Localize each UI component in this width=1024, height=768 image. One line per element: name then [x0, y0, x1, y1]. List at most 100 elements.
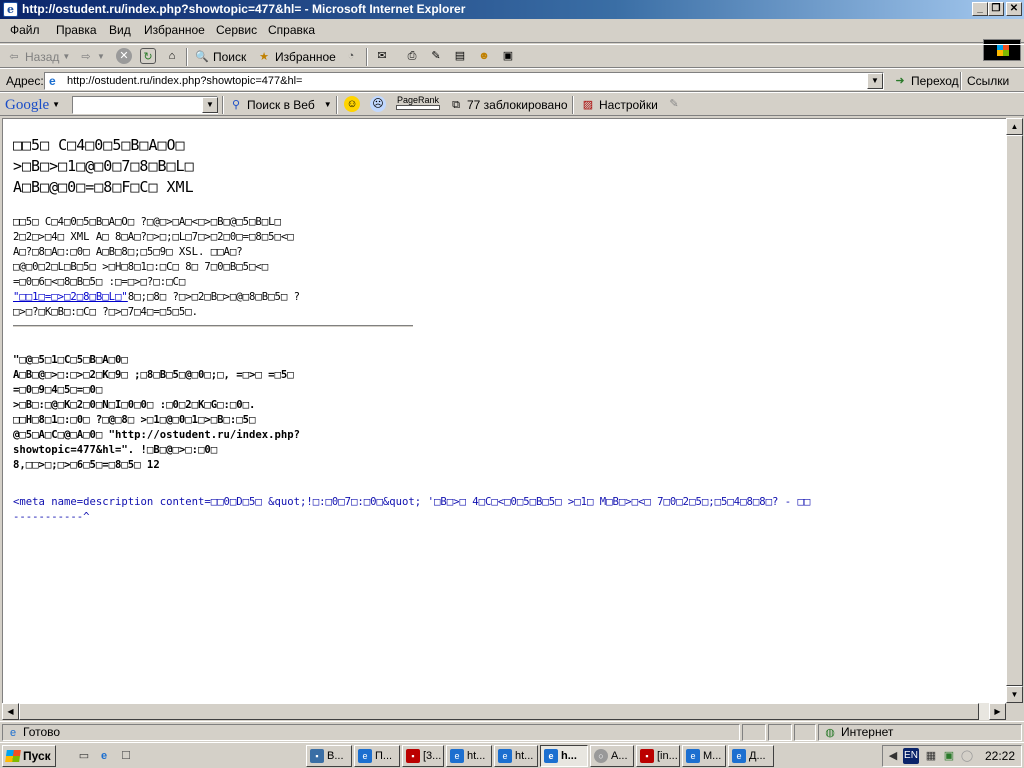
taskbar-button[interactable]: ▪ В... [306, 745, 352, 767]
security-zone-panel: ◍ Интернет [818, 724, 1022, 741]
taskbar: Пуск ▭ e ☐ ▪ В... e П... ▪ [3... e ht... e ht… [0, 742, 1024, 768]
research-icon[interactable]: ▣ [500, 48, 516, 64]
status-bar: e Готово ◍ Интернет [0, 721, 1024, 742]
edit-icon[interactable]: ✎ [428, 48, 444, 64]
error-title-line-1: □□5□ C□4□0□5□B□A□O□ [13, 136, 185, 154]
error-detail-line: @□5□A□C□@□A□0□ "http://ostudent.ru/index… [13, 429, 301, 441]
toolbar-separator [366, 48, 368, 66]
popup-blocker-button[interactable]: ⧉ 77 заблокировано [448, 96, 567, 114]
title-bar: e http://ostudent.ru/index.php?showtopic… [0, 0, 1024, 19]
menu-tools[interactable]: Сервис [216, 23, 257, 37]
start-button[interactable]: Пуск [2, 745, 56, 767]
vertical-scrollbar[interactable]: ▲ ▼ [1006, 118, 1023, 703]
go-arrow-icon: ➜ [895, 75, 905, 87]
page-icon: e [49, 74, 56, 88]
address-input[interactable]: e http://ostudent.ru/index.php?showtopic… [44, 72, 884, 90]
taskbar-button[interactable]: e П... [354, 745, 400, 767]
page-content: □□5□ C□4□0□5□B□A□O□ >□B□>□1□@□0□7□8□B□L□… [2, 118, 1006, 703]
favorites-button[interactable]: ★ Избранное [256, 48, 336, 66]
chevron-down-icon: ▼ [52, 100, 61, 109]
error-text-line: □@□0□2□L□B□5□ >□H□8□1□:□C□ 8□ 7□0□B□5□<□ [13, 261, 269, 273]
refresh-link[interactable]: "□□1□=□>□2□8□B□L□" [13, 291, 128, 303]
smiley-sad-icon[interactable]: ☹ [370, 96, 386, 112]
messenger-icon[interactable]: ☻ [476, 48, 492, 64]
quicklaunch-icon[interactable]: ☐ [118, 748, 134, 764]
scroll-down-button[interactable]: ▼ [1006, 686, 1023, 703]
tray-app-icon[interactable]: ▣ [941, 748, 957, 764]
menu-file[interactable]: Файл [10, 23, 40, 37]
taskbar-button[interactable]: ▪ [in... [636, 745, 680, 767]
menu-edit[interactable]: Правка [56, 23, 97, 37]
favorites-star-icon: ★ [259, 51, 269, 63]
google-menu-button[interactable]: Google ▼ [5, 96, 60, 114]
taskbar-button[interactable]: ○ А... [590, 745, 634, 767]
history-icon[interactable]: ◔ [343, 48, 359, 64]
show-desktop-icon[interactable]: ▭ [76, 748, 92, 764]
browser-window: e http://ostudent.ru/index.php?showtopic… [0, 0, 1024, 742]
pagerank-bar [396, 105, 440, 110]
toolbar-separator [572, 96, 574, 114]
maximize-button[interactable]: ❐ [988, 2, 1004, 16]
toolbar-separator [960, 72, 962, 90]
address-label: Адрес: [6, 74, 44, 88]
standard-toolbar: ⇦ Назад ▼ ⇨ ▼ ✕ ↻ ⌂ 🔍 Поиск ★ Избранное ◔ ✉ … [0, 44, 1024, 68]
taskbar-button-active[interactable]: e h... [540, 745, 588, 767]
links-button[interactable]: Ссылки [967, 72, 1009, 90]
tray-app-icon[interactable]: ◯ [959, 748, 975, 764]
error-detail-line: "□@□5□1□C□5□B□A□0□ [13, 354, 128, 366]
ie-icon: e [732, 749, 746, 763]
scroll-right-button[interactable]: ▶ [989, 703, 1006, 720]
close-button[interactable]: ✕ [1006, 2, 1022, 16]
scroll-thumb[interactable] [1006, 135, 1023, 686]
page-icon: e [9, 726, 17, 739]
ie-icon: e [3, 2, 18, 17]
scroll-corner [1006, 703, 1023, 720]
horizontal-scrollbar[interactable]: ◀ ▶ [2, 703, 1006, 720]
ie-quicklaunch-icon[interactable]: e [96, 748, 112, 764]
menu-bar: Файл Правка Вид Избранное Сервис Справка [0, 19, 1024, 61]
minimize-button[interactable]: _ [972, 2, 988, 16]
chevron-down-icon: ▼ [97, 52, 105, 61]
error-title-line-2: >□B□>□1□@□0□7□8□B□L□ [13, 157, 194, 175]
forward-arrow-icon: ⇨ [81, 51, 91, 63]
scroll-up-button[interactable]: ▲ [1006, 118, 1023, 135]
highlighter-icon[interactable]: ✎ [666, 96, 682, 112]
stop-icon[interactable]: ✕ [116, 48, 132, 64]
smiley-happy-icon[interactable]: ☺ [344, 96, 360, 112]
menu-favorites[interactable]: Избранное [144, 23, 205, 37]
taskbar-button[interactable]: ▪ [3... [402, 745, 444, 767]
language-indicator[interactable]: EN [903, 748, 919, 764]
forward-button[interactable]: ⇨ ▼ [78, 48, 105, 66]
mail-icon[interactable]: ✉ [374, 48, 390, 64]
error-text-line: 2□2□>□4□ XML A□ 8□A□?□>□;□L□7□>□2□0□=□8□… [13, 231, 294, 243]
discuss-icon[interactable]: ▤ [452, 48, 468, 64]
menu-view[interactable]: Вид [109, 23, 131, 37]
taskbar-button[interactable]: e ht... [446, 745, 492, 767]
toolbar-separator [222, 96, 224, 114]
address-dropdown[interactable]: ▼ [867, 73, 883, 89]
search-button[interactable]: 🔍 Поиск [194, 48, 246, 66]
taskbar-button[interactable]: e ht... [494, 745, 538, 767]
settings-button[interactable]: ▨ Настройки [580, 96, 658, 114]
pagerank-indicator: PageRank [396, 96, 440, 114]
menu-help[interactable]: Справка [268, 23, 315, 37]
home-icon[interactable]: ⌂ [164, 48, 180, 64]
error-text-line: =□0□6□<□8□B□5□ :□=□>□?□:□C□ [13, 276, 186, 288]
scroll-thumb[interactable] [19, 703, 979, 720]
google-search-dropdown[interactable]: ▼ [202, 97, 218, 113]
taskbar-button[interactable]: e Д... [728, 745, 774, 767]
toolbar-separator [336, 96, 338, 114]
volume-icon[interactable]: ◀ [885, 748, 901, 764]
refresh-icon[interactable]: ↻ [140, 48, 156, 64]
taskbar-button[interactable]: e М... [682, 745, 726, 767]
search-web-button[interactable]: ⚲ Поиск в Веб ▼ [228, 96, 332, 114]
back-button[interactable]: ⇦ Назад ▼ [6, 48, 70, 66]
search-icon: 🔍 [195, 51, 209, 63]
go-button[interactable]: ➜ Переход [892, 72, 958, 90]
status-panel [794, 724, 816, 741]
scroll-left-button[interactable]: ◀ [2, 703, 19, 720]
chevron-down-icon: ▼ [62, 52, 71, 61]
print-icon[interactable]: ⎙ [404, 48, 420, 64]
network-icon[interactable]: ▦ [923, 748, 939, 764]
google-search-input[interactable] [72, 96, 218, 114]
